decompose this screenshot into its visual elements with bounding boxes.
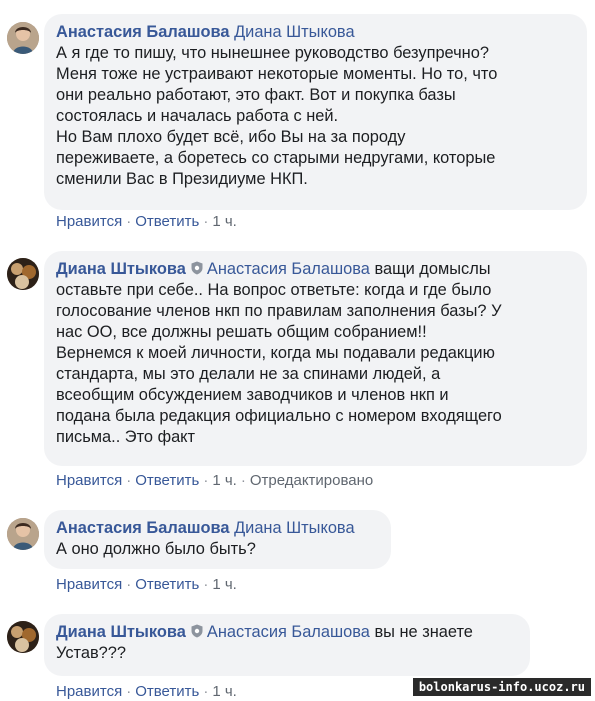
shield-icon [191, 624, 203, 638]
comment-header: Диана Штыкова Анастасия Балашова вы не зн… [56, 622, 516, 643]
comment-text-first: вы не знаете [369, 623, 473, 641]
comment-time[interactable]: 1 ч. [212, 472, 237, 489]
comment-bubble: Диана Штыкова Анастасия Балашова ващи дом… [44, 251, 587, 466]
comment-header: Анастасия Балашова Диана Штыкова [56, 22, 573, 43]
comment-text-line: письма.. Это факт [56, 428, 196, 446]
like-link[interactable]: Нравится [56, 472, 122, 489]
comment-author[interactable]: Анастасия Балашова [56, 23, 230, 41]
reply-link[interactable]: Ответить [135, 472, 199, 489]
comment-text-line: состоялась и началась работа с ней. [56, 107, 339, 125]
avatar[interactable] [7, 518, 39, 550]
comment-text-line: стандарта, мы это делали не за спинами л… [56, 365, 441, 383]
comment-text-line: А оно должно было быть? [56, 540, 256, 558]
comment-text-line: Меня тоже не устраивают некоторые момент… [56, 65, 498, 83]
avatar[interactable] [7, 22, 39, 54]
comment-actions: Нравится · Ответить · 1 ч. [56, 576, 237, 593]
comment-text-line: подана была редакция официально с номеро… [56, 407, 502, 425]
comment-bubble: Диана Штыкова Анастасия Балашова вы не зн… [44, 614, 530, 676]
site-watermark: bolonkarus-info.ucoz.ru [412, 678, 591, 696]
comment-author[interactable]: Анастасия Балашова [56, 519, 230, 537]
comment-text-line: Вернемся к моей личности, когда мы подав… [56, 344, 495, 362]
comment-mention[interactable]: Диана Штыкова [234, 519, 355, 537]
reply-link[interactable]: Ответить [135, 576, 199, 593]
comment-text-line: А я где то пишу, что нынешнее руководств… [56, 44, 489, 62]
shield-icon [191, 261, 203, 275]
like-link[interactable]: Нравится [56, 683, 122, 700]
like-link[interactable]: Нравится [56, 576, 122, 593]
comment-text-line: голосование членов нкп по правилам запол… [56, 302, 502, 320]
comment-text-line: сменили Вас в Президиуме НКП. [56, 170, 308, 188]
comment-actions: Нравится · Ответить · 1 ч. [56, 213, 237, 230]
comment-text-line: переживаете, а боретесь со старыми недру… [56, 149, 496, 167]
comment-actions: Нравится · Ответить · 1 ч. [56, 683, 237, 700]
comment-author[interactable]: Диана Штыкова [56, 623, 186, 641]
like-link[interactable]: Нравится [56, 213, 122, 230]
comment-mention[interactable]: Анастасия Балашова [207, 260, 370, 278]
comment-header: Диана Штыкова Анастасия Балашова ващи дом… [56, 259, 573, 280]
comment-header: Анастасия Балашова Диана Штыкова [56, 518, 377, 539]
comment-text-first: ващи домыслы [369, 260, 491, 278]
comment-bubble: Анастасия Балашова Диана Штыкова А оно д… [44, 510, 391, 569]
comment-time[interactable]: 1 ч. [212, 683, 237, 700]
comment-time[interactable]: 1 ч. [212, 576, 237, 593]
comment-text-line: всеобщим обсуждением заводчиков и членов… [56, 386, 449, 404]
edited-label[interactable]: Отредактировано [250, 472, 373, 489]
comment-text-line: они реально работают, это факт. Вот и по… [56, 86, 456, 104]
comment-text-line: оставьте при себе.. На вопрос ответьте: … [56, 281, 492, 299]
comment-text-line: Но Вам плохо будет всё, ибо Вы на за пор… [56, 128, 406, 146]
comment-time[interactable]: 1 ч. [212, 213, 237, 230]
avatar[interactable] [7, 621, 39, 653]
comment-bubble: Анастасия Балашова Диана Штыкова А я где… [44, 14, 587, 210]
comment-text-line: Устав??? [56, 644, 127, 662]
comment-author[interactable]: Диана Штыкова [56, 260, 186, 278]
comment-mention[interactable]: Анастасия Балашова [207, 623, 370, 641]
avatar[interactable] [7, 258, 39, 290]
comment-text-line: нас ОО, все должны решать общим собрание… [56, 323, 427, 341]
reply-link[interactable]: Ответить [135, 683, 199, 700]
comment-mention[interactable]: Диана Штыкова [234, 23, 355, 41]
reply-link[interactable]: Ответить [135, 213, 199, 230]
comment-actions: Нравится · Ответить · 1 ч. · Отредактировано [56, 472, 374, 489]
